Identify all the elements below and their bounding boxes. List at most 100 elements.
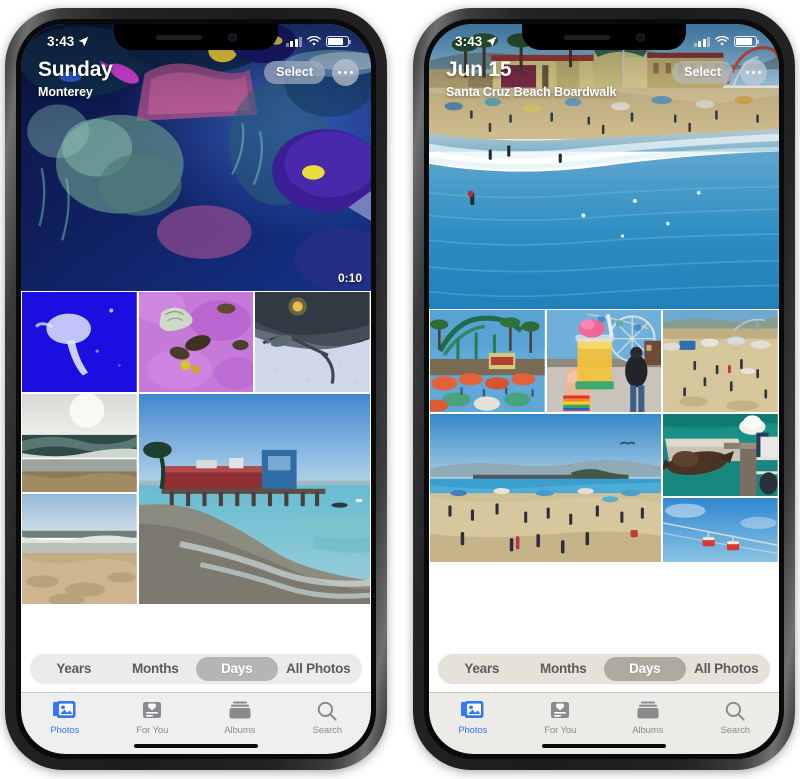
hero-photo-right[interactable]: Jun 15 Santa Cruz Beach Boardwalk Select [429, 24, 779, 309]
tab-albums[interactable]: Albums [196, 699, 284, 736]
time-scope-segmented-control[interactable]: Years Months Days All Photos [438, 654, 770, 684]
foryou-icon [550, 699, 570, 722]
status-bar-right [285, 36, 352, 47]
tab-photos[interactable]: Photos [21, 699, 109, 736]
search-icon [725, 699, 745, 722]
cellular-signal-icon [285, 37, 302, 47]
location-arrow-icon [79, 36, 89, 47]
iphone-device-left: 3:43 Sunday Monterey Select 0:10 Years M… [5, 8, 387, 770]
tab-label: Albums [224, 725, 256, 736]
segment-months[interactable]: Months [115, 657, 197, 681]
photo-thumbnail[interactable] [662, 413, 779, 497]
roller-coaster-umbrellas-image [429, 310, 545, 412]
tab-label: Search [720, 725, 750, 736]
status-time: 3:43 [455, 34, 483, 49]
photo-grid-row [21, 393, 371, 605]
frozen-lemonade-image [546, 310, 662, 412]
photos-icon [461, 699, 484, 722]
photos-days-content[interactable]: Jun 15 Santa Cruz Beach Boardwalk Select [429, 24, 779, 692]
time-scope-control-wrap: Years Months Days All Photos [21, 654, 371, 692]
sky-gondola-image [663, 498, 778, 562]
lizard-sand-image [255, 292, 370, 392]
beach-dunes-image [22, 494, 137, 604]
search-icon [317, 699, 337, 722]
time-scope-segmented-control[interactable]: Years Months Days All Photos [30, 654, 362, 684]
tab-for-you[interactable]: For You [109, 699, 197, 736]
front-camera-icon [635, 32, 645, 42]
device-notch [114, 24, 278, 50]
purple-flowers-image [138, 292, 254, 392]
photos-days-content[interactable]: Sunday Monterey Select 0:10 Years Months… [21, 24, 371, 692]
status-time: 3:43 [47, 34, 75, 49]
more-options-button[interactable] [740, 59, 767, 86]
page-subtitle: Santa Cruz Beach Boardwalk [446, 84, 617, 99]
monterey-wharf-image [138, 394, 370, 604]
tab-label: For You [136, 725, 169, 736]
albums-icon [229, 699, 251, 722]
tab-label: For You [544, 725, 577, 736]
battery-icon [326, 36, 352, 47]
status-bar-right [693, 36, 760, 47]
device-bezel: 3:43 [16, 19, 376, 759]
time-scope-control-wrap: Years Months Days All Photos [429, 654, 779, 692]
screenshot-stage: 3:43 Sunday Monterey Select 0:10 Years M… [0, 0, 800, 779]
foryou-icon [142, 699, 162, 722]
segment-years[interactable]: Years [441, 657, 523, 681]
segment-months[interactable]: Months [523, 657, 605, 681]
photo-thumbnail[interactable] [662, 309, 779, 413]
photo-grid-row [429, 413, 779, 563]
segment-all-photos[interactable]: All Photos [278, 657, 360, 681]
video-duration-badge: 0:10 [337, 271, 362, 285]
home-indicator[interactable] [542, 743, 666, 748]
photo-thumbnail[interactable] [429, 309, 546, 413]
earpiece-speaker-icon [155, 34, 202, 40]
photo-thumbnail[interactable] [21, 291, 138, 393]
header-actions: Select [672, 57, 767, 86]
hero-photo-left[interactable]: Sunday Monterey Select 0:10 [21, 24, 371, 291]
jellyfish-image [22, 292, 137, 392]
device-notch [522, 24, 686, 50]
photo-thumbnail[interactable] [429, 413, 663, 563]
status-bar-left: 3:43 [455, 34, 497, 49]
photos-icon [53, 699, 76, 722]
ellipsis-icon [337, 70, 342, 75]
status-bar-left: 3:43 [47, 34, 89, 49]
location-arrow-icon [487, 36, 497, 47]
more-options-button[interactable] [332, 59, 359, 86]
select-button[interactable]: Select [672, 60, 733, 85]
tab-label: Photos [458, 725, 488, 736]
page-title: Sunday [38, 58, 113, 81]
battery-icon [734, 36, 760, 47]
segment-years[interactable]: Years [33, 657, 115, 681]
tab-search[interactable]: Search [284, 699, 372, 736]
hero-titles: Sunday Monterey [38, 57, 113, 99]
device-screen: 3:43 [21, 24, 371, 754]
front-camera-icon [227, 32, 237, 42]
photo-thumbnail[interactable] [21, 493, 138, 605]
page-title: Jun 15 [446, 58, 512, 81]
earpiece-speaker-icon [563, 34, 610, 40]
photo-thumbnail[interactable] [21, 393, 138, 493]
tab-search[interactable]: Search [692, 699, 780, 736]
cellular-signal-icon [693, 37, 710, 47]
segment-days[interactable]: Days [196, 657, 278, 681]
hero-header-right: Jun 15 Santa Cruz Beach Boardwalk Select [429, 57, 779, 99]
photo-thumbnail[interactable] [137, 291, 255, 393]
home-indicator[interactable] [134, 743, 258, 748]
tab-albums[interactable]: Albums [604, 699, 692, 736]
photo-thumbnail[interactable] [137, 393, 371, 605]
hero-header-left: Sunday Monterey Select [21, 57, 371, 99]
iphone-device-right: 3:43 Jun 15 Santa Cruz Beach Boardwalk S… [413, 8, 795, 770]
tab-photos[interactable]: Photos [429, 699, 517, 736]
device-bezel: 3:43 [424, 19, 784, 759]
wifi-icon [307, 36, 321, 46]
segment-all-photos[interactable]: All Photos [686, 657, 768, 681]
tab-for-you[interactable]: For You [517, 699, 605, 736]
photo-thumbnail[interactable] [254, 291, 371, 393]
select-button[interactable]: Select [264, 60, 325, 85]
segment-days[interactable]: Days [604, 657, 686, 681]
wifi-icon [715, 36, 729, 46]
photo-thumbnail[interactable] [545, 309, 663, 413]
photo-grid-row [21, 291, 371, 393]
photo-thumbnail[interactable] [662, 497, 779, 563]
